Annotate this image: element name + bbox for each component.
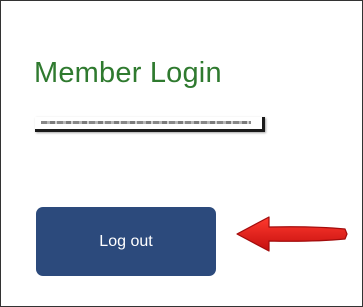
- logout-button-label: Log out: [99, 232, 153, 250]
- red-arrow-left-icon: [236, 216, 348, 252]
- redacted-member-name: [35, 117, 265, 132]
- page-title: Member Login: [34, 57, 222, 89]
- login-panel: Member Login Log out: [0, 0, 363, 307]
- logout-button[interactable]: Log out: [36, 207, 216, 276]
